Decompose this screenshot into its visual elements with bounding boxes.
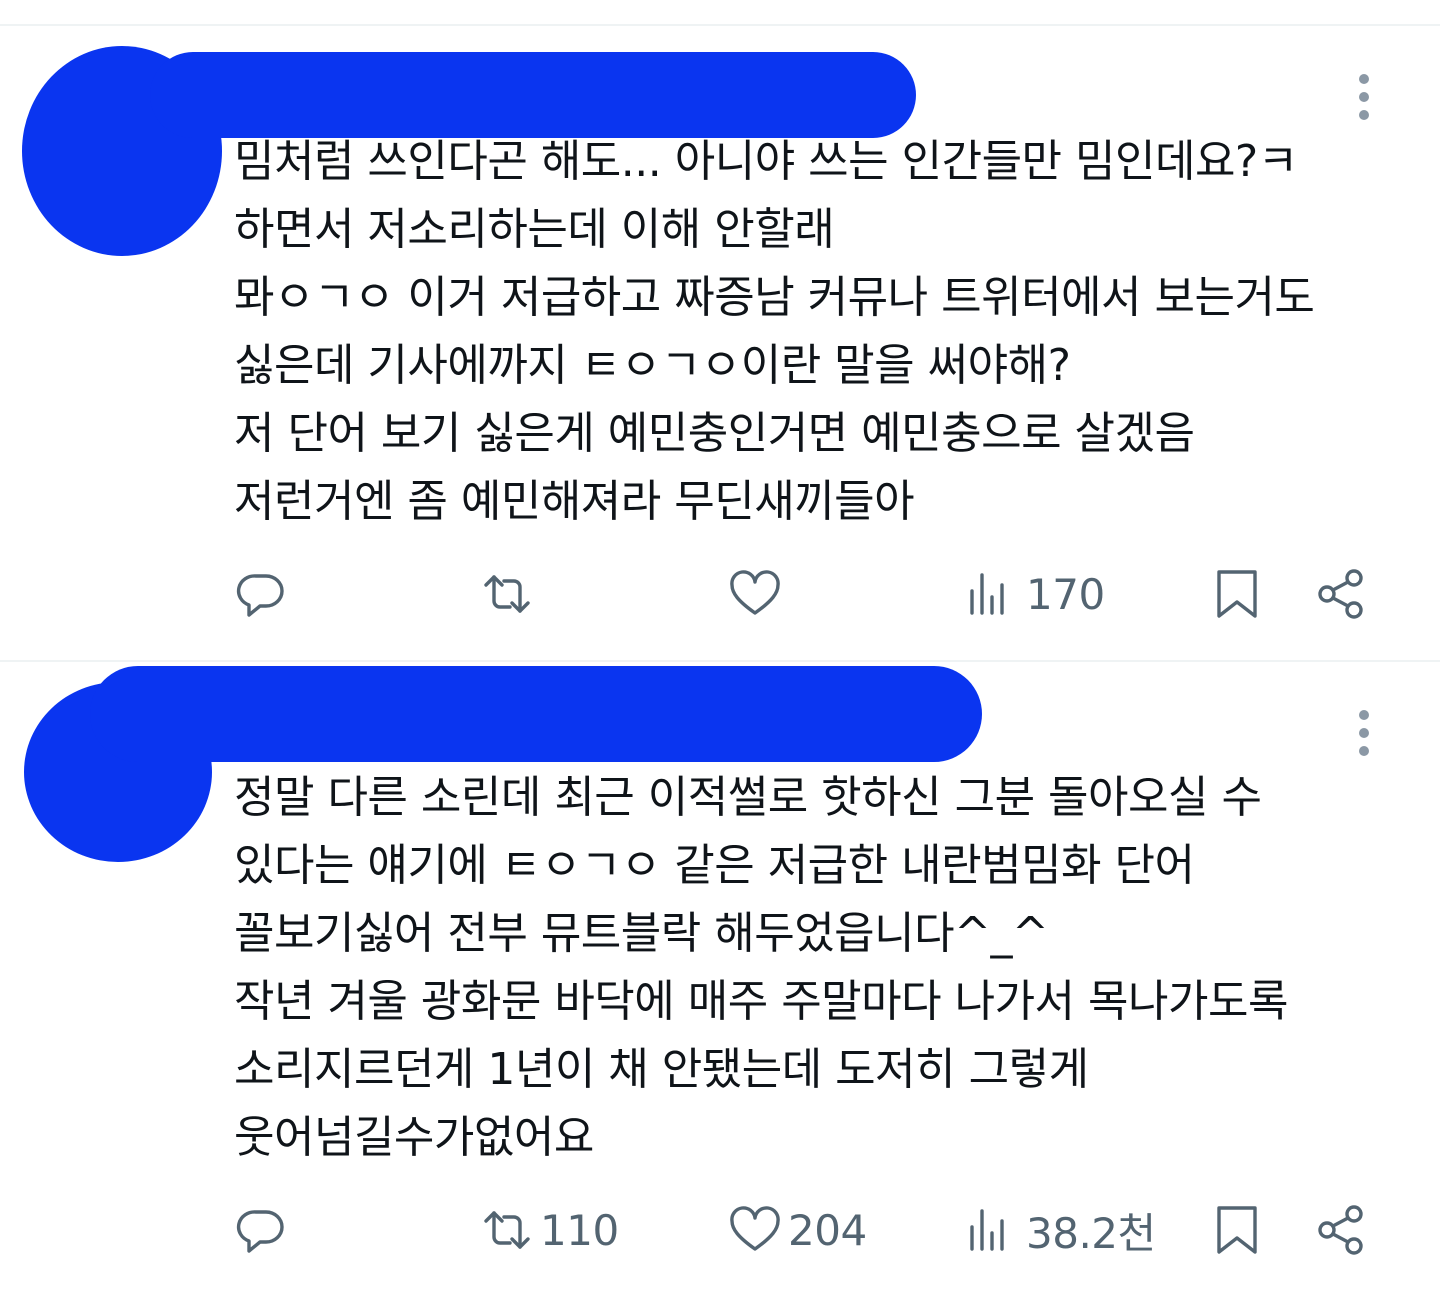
tweet-text: 정말 다른 소린데 최근 이적썰로 핫하신 그분 돌아오실 수 있다는 얘기에 … xyxy=(234,764,1394,1172)
text-line: 뫄ㅇㄱㅇ 이거 저급하고 짜증남 커뮤나 트위터에서 보는거도 xyxy=(234,272,1315,323)
share-icon xyxy=(1318,1205,1363,1255)
retweet-icon xyxy=(484,1211,530,1249)
views-icon xyxy=(970,573,1004,615)
text-line: 하면서 저소리하는데 이해 안할래 xyxy=(234,204,835,255)
share-button[interactable] xyxy=(1314,1200,1368,1260)
reply-icon xyxy=(236,574,284,617)
views-count: 170 xyxy=(1026,569,1105,619)
like-count: 204 xyxy=(788,1205,867,1255)
bookmark-icon xyxy=(1217,570,1257,618)
text-line: 웃어넘길수가없어요 xyxy=(234,1112,594,1163)
redacted-username xyxy=(150,52,916,138)
views-icon xyxy=(970,1209,1004,1251)
action-bar: 170 xyxy=(234,564,1374,624)
like-button[interactable] xyxy=(728,564,788,624)
text-line: 저런거엔 좀 예민해져라 무딘새끼들아 xyxy=(234,476,915,527)
redacted-username xyxy=(90,666,982,762)
tweet-2[interactable]: 정말 다른 소린데 최근 이적썰로 핫하신 그분 돌아오실 수 있다는 얘기에 … xyxy=(0,662,1440,1296)
text-line: 꼴보기싫어 전부 뮤트블락 해두었읍니다^_^ xyxy=(234,908,1049,959)
text-line: 작년 겨울 광화문 바닥에 매주 주말마다 나가서 목나가도록 xyxy=(234,976,1288,1027)
like-button[interactable]: 204 xyxy=(728,1200,867,1260)
text-line: 밈처럼 쓰인다곤 해도... 아니야 쓰는 인간들만 밈인데요?ㅋ xyxy=(234,136,1298,187)
action-bar: 110 204 38.2천 xyxy=(234,1200,1374,1260)
reply-icon xyxy=(236,1210,284,1253)
views-button[interactable]: 170 xyxy=(966,564,1105,624)
bookmark-button[interactable] xyxy=(1210,1200,1264,1260)
reply-button[interactable] xyxy=(234,564,294,624)
views-button[interactable]: 38.2천 xyxy=(966,1200,1156,1260)
like-icon xyxy=(730,570,780,615)
more-icon[interactable] xyxy=(1358,710,1370,756)
like-icon xyxy=(730,1206,780,1251)
share-button[interactable] xyxy=(1314,564,1368,624)
text-line: 싫은데 기사에까지 ㅌㅇㄱㅇ이란 말을 써야해? xyxy=(234,340,1071,391)
retweet-count: 110 xyxy=(540,1205,619,1255)
text-line: 저 단어 보기 싫은게 예민충인거면 예민충으로 살겠음 xyxy=(234,408,1195,459)
tweet-text: 밈처럼 쓰인다곤 해도... 아니야 쓰는 인간들만 밈인데요?ㅋ 하면서 저소… xyxy=(234,128,1394,536)
text-line: 있다는 얘기에 ㅌㅇㄱㅇ 같은 저급한 내란범밈화 단어 xyxy=(234,840,1195,891)
more-icon[interactable] xyxy=(1358,74,1370,120)
retweet-icon xyxy=(484,575,530,613)
retweet-button[interactable]: 110 xyxy=(480,1200,619,1260)
retweet-button[interactable] xyxy=(480,564,540,624)
text-line: 정말 다른 소린데 최근 이적썰로 핫하신 그분 돌아오실 수 xyxy=(234,772,1262,823)
tweet-1[interactable]: 밈처럼 쓰인다곤 해도... 아니야 쓰는 인간들만 밈인데요?ㅋ 하면서 저소… xyxy=(0,26,1440,660)
share-icon xyxy=(1318,569,1363,619)
reply-button[interactable] xyxy=(234,1200,294,1260)
text-line: 소리지르던게 1년이 채 안됐는데 도저히 그렇게 xyxy=(234,1044,1089,1095)
bookmark-button[interactable] xyxy=(1210,564,1264,624)
bookmark-icon xyxy=(1217,1206,1257,1254)
views-count: 38.2천 xyxy=(1026,1208,1156,1258)
